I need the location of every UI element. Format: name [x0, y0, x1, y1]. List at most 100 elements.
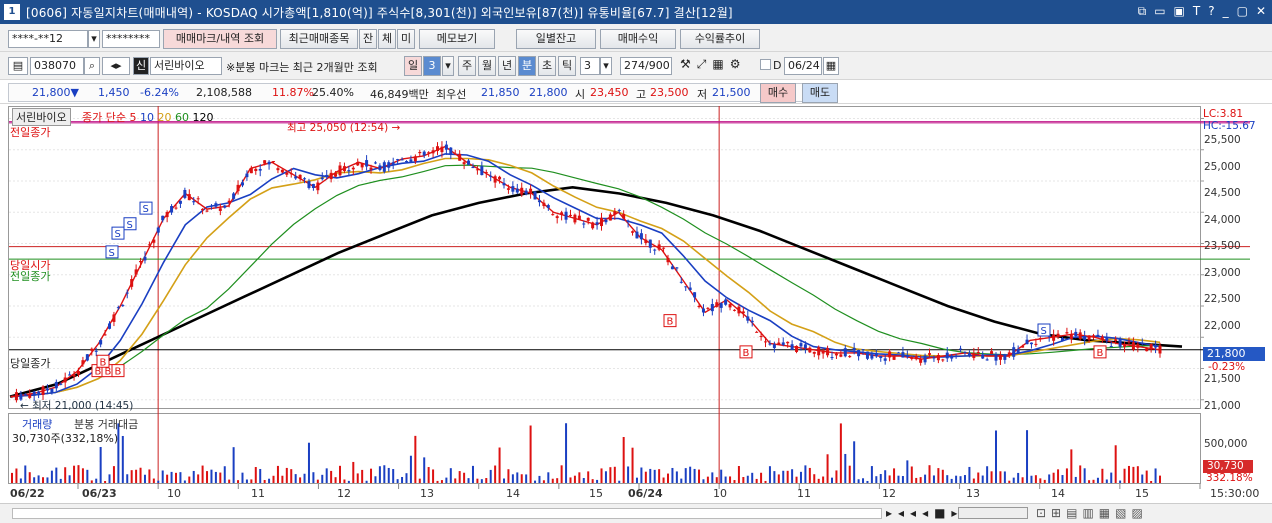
window-title: [0606] 자동일지차트(매매내역) - KOSDAQ 시가총액[1,810(… [26, 5, 733, 20]
volume-bar [1039, 478, 1042, 483]
volume-bar [1026, 430, 1029, 483]
chart-panel[interactable]: BBBBBBBSSSSS [8, 106, 1272, 503]
volume-bar [667, 473, 669, 483]
layout-icon[interactable]: ▤ [8, 57, 28, 75]
return-trend-button[interactable]: 수익률추이 [680, 29, 760, 49]
candlestick-chart[interactable]: B BBBBB BSSSSS [8, 106, 1272, 503]
pin-icon[interactable]: ▣ [1174, 4, 1185, 19]
volume-bar [604, 471, 607, 483]
password-field[interactable]: ******** [102, 30, 160, 48]
candle-body [613, 211, 617, 215]
scroll-bar[interactable]: ▸◂◂◂■▸▸ ⊡⊞▤▥▦▧▨ [0, 503, 1272, 523]
candle-body [462, 162, 466, 165]
volume-bar [237, 480, 240, 483]
period-minute-button[interactable]: 분 [518, 56, 536, 76]
minimize-layout-icon[interactable]: ▭ [1154, 4, 1165, 19]
candle-body [139, 260, 143, 263]
executed-button[interactable]: 체 [378, 29, 396, 49]
candle-body [121, 305, 125, 307]
zoom-slider[interactable] [958, 507, 1028, 519]
tick-dropdown-icon[interactable]: ▾ [600, 57, 612, 75]
volume-bar [551, 478, 554, 483]
candle-body [560, 212, 564, 215]
account-field[interactable]: ****-**12 [8, 30, 88, 48]
period-year-button[interactable]: 년 [498, 56, 516, 76]
volume-bar [197, 474, 200, 483]
restore-icon[interactable]: ⧉ [1138, 4, 1147, 19]
candle-body [874, 353, 878, 357]
candle-body [967, 353, 971, 356]
count-field[interactable]: 274/900 [620, 57, 672, 75]
volume-bar [995, 430, 997, 483]
period-value-field[interactable]: 3 [423, 56, 441, 76]
horizontal-scrollbar-track[interactable] [12, 508, 882, 519]
date-input[interactable]: 06/24 [784, 57, 822, 75]
chart-tools-icon[interactable]: ⚒⤢▦⚙ [680, 57, 746, 72]
candle-body [848, 356, 852, 358]
stock-name-field[interactable]: 서린바이오 [150, 57, 222, 75]
candle-body [595, 222, 599, 225]
x-label: 13 [420, 487, 434, 500]
volume-bar [370, 468, 373, 483]
candle-body [387, 162, 391, 168]
period-day-button[interactable]: 일 [404, 56, 422, 76]
volume-bar [977, 472, 980, 483]
memo-button[interactable]: 메모보기 [419, 29, 495, 49]
volume-bar [587, 471, 590, 483]
volume-bar [445, 477, 448, 483]
ma-legend: 종가 단순 5 10 20 60 120 [82, 109, 213, 125]
candle-body [45, 388, 49, 391]
candle-body [529, 188, 533, 194]
tick-value-field[interactable]: 3 [580, 57, 600, 75]
volume-bar [516, 472, 519, 483]
calendar-icon[interactable]: ▦ [823, 57, 839, 75]
trade-profit-button[interactable]: 매매수익 [600, 29, 676, 49]
x-label: 06/22 [10, 487, 45, 500]
x-label: 12 [337, 487, 351, 500]
minimize-icon[interactable]: _ [1223, 4, 1229, 19]
volume-bar [401, 476, 404, 483]
period-week-button[interactable]: 주 [458, 56, 476, 76]
trade-mark-query-button[interactable]: 매매마크/내역 조회 [163, 29, 277, 49]
candle-body [1069, 334, 1073, 339]
sell-button[interactable]: 매도 [802, 83, 838, 103]
balance-button[interactable]: 잔 [359, 29, 377, 49]
text-icon[interactable]: T [1193, 4, 1200, 19]
candle-body [413, 156, 417, 162]
help-icon[interactable]: ? [1208, 4, 1214, 19]
period-dropdown-icon[interactable]: ▾ [442, 56, 454, 76]
candle-body [772, 344, 776, 349]
recent-trades-button[interactable]: 최근매매종목 [280, 29, 358, 49]
buy-mark-label: B [743, 348, 750, 359]
volume-bar [19, 478, 22, 483]
stock-code-input[interactable]: 038070 [30, 57, 84, 75]
candle-body [1007, 352, 1011, 356]
volume-bar [494, 465, 497, 483]
candle-body [750, 320, 754, 323]
candle-body [165, 212, 169, 218]
audio-icon[interactable]: ◂▸ [102, 57, 130, 75]
volume-bar [946, 475, 949, 483]
bottom-tools-icon[interactable]: ⊡⊞▤▥▦▧▨ [1036, 506, 1148, 520]
maximize-icon[interactable]: ▢ [1237, 4, 1248, 19]
volume-bar [365, 480, 368, 483]
period-month-button[interactable]: 월 [478, 56, 496, 76]
buy-button[interactable]: 매수 [760, 83, 796, 103]
close-icon[interactable]: ✕ [1256, 4, 1266, 19]
date-checkbox[interactable] [760, 59, 771, 70]
volume-bar [11, 472, 13, 483]
candle-body [1118, 339, 1122, 347]
candle-body [484, 172, 488, 174]
search-icon[interactable]: ⌕ [84, 57, 100, 75]
candle-body [356, 161, 360, 166]
candle-body [963, 351, 967, 353]
account-dropdown-icon[interactable]: ▾ [88, 30, 100, 48]
period-second-button[interactable]: 초 [538, 56, 556, 76]
x-label: 12 [882, 487, 896, 500]
candle-body [369, 167, 373, 170]
candle-body [209, 205, 213, 207]
daily-balance-button[interactable]: 일별잔고 [516, 29, 596, 49]
period-tick-button[interactable]: 틱 [558, 56, 576, 76]
unfilled-button[interactable]: 미 [397, 29, 415, 49]
candle-body [675, 267, 679, 269]
